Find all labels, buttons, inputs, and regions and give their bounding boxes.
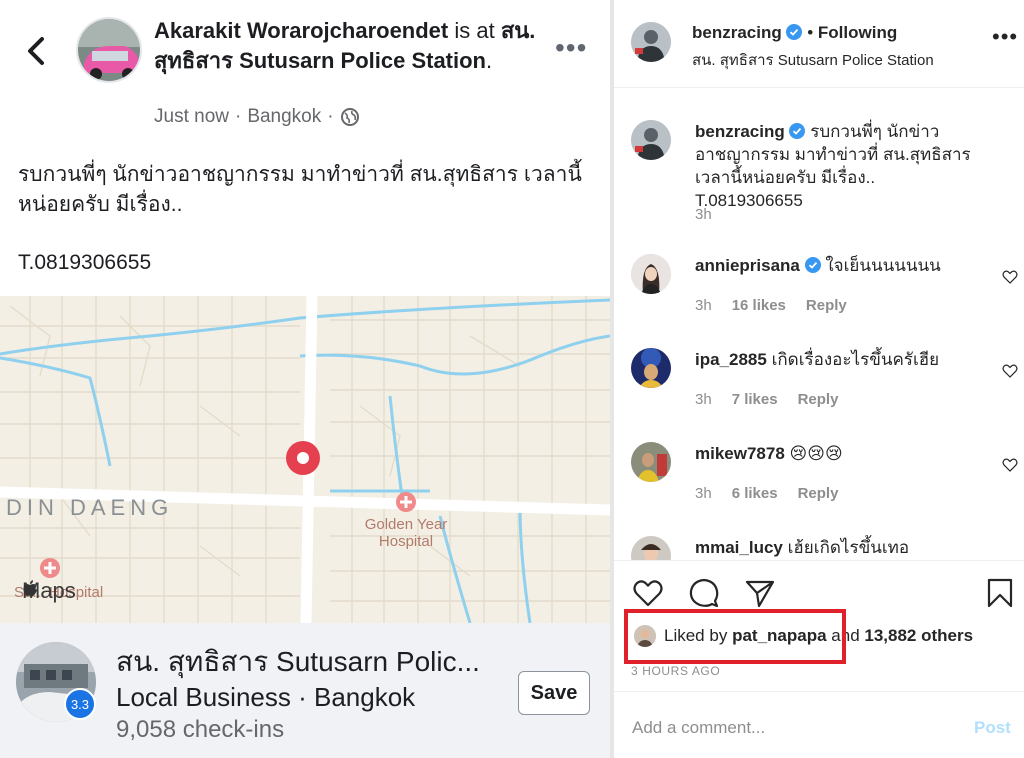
facebook-post-panel: Akarakit Worarojcharoendet is at สน. สุท… [0, 0, 610, 758]
globe-icon [340, 108, 359, 126]
comment-username[interactable]: ipa_2885 [695, 350, 767, 369]
reply-button[interactable]: Reply [798, 485, 839, 502]
ig-header-username[interactable]: benzracing [692, 23, 782, 42]
ig-header-line: benzracing • Following [692, 23, 897, 43]
caption-meta: 3h [695, 206, 712, 223]
comment-bubble-icon[interactable] [688, 577, 720, 609]
post-body: รบกวนพี่ๆ นักข่าวอาชญากรรม มาทำข่าวที่ ส… [18, 160, 593, 308]
place-category: Local Business · Bangkok [116, 682, 416, 712]
author-name[interactable]: Akarakit Worarojcharoendet [154, 18, 448, 43]
location-map[interactable]: DIN DAENG Golden Year Hospital Su... Hos… [0, 296, 610, 623]
place-suffix: . [486, 48, 493, 73]
ig-post-header: benzracing • Following สน. สุทธิสาร Sutu… [614, 0, 1024, 88]
caption-username[interactable]: benzracing [695, 122, 785, 141]
comment-input[interactable] [632, 714, 952, 742]
comment-text: annieprisana ใจเย็นนนนนนน [695, 254, 980, 277]
post-header: Akarakit Worarojcharoendet is at สน. สุท… [154, 16, 544, 76]
post-time-ago[interactable]: 3 HOURS AGO [631, 664, 720, 678]
comment-time[interactable]: 3h [695, 485, 712, 502]
add-comment-bar: Post [614, 691, 1024, 758]
comment-time[interactable]: 3h [695, 297, 712, 314]
post-time[interactable]: Just now [154, 106, 229, 128]
ig-header-avatar[interactable] [631, 22, 671, 62]
caption-time[interactable]: 3h [695, 206, 712, 223]
bookmark-icon[interactable] [984, 577, 1016, 609]
liker-username[interactable]: pat_napapa [732, 626, 826, 646]
maps-brand: Maps [22, 578, 76, 604]
comment-avatar[interactable] [631, 348, 671, 388]
comment-avatar[interactable] [631, 254, 671, 294]
comment-meta: 3h 16 likes Reply [695, 297, 847, 314]
place-name[interactable]: สน. สุทธิสาร Sutusarn Polic... [116, 645, 516, 679]
reply-button[interactable]: Reply [806, 297, 847, 314]
comment-username[interactable]: annieprisana [695, 256, 800, 275]
comment-meta: 3h 6 likes Reply [695, 485, 838, 502]
comment-body: เกิดเรื่องอะไรขึ้นครัเฮีย [771, 350, 940, 369]
header-dot: • [807, 23, 814, 42]
post-text: รบกวนพี่ๆ นักข่าวอาชญากรรม มาทำข่าวที่ ส… [18, 163, 582, 216]
ig-actions-section: Liked by pat_napapa and 13,882 others 3 … [614, 560, 1024, 758]
ig-more-options-icon[interactable]: ••• [992, 26, 1018, 48]
verified-badge-icon [789, 123, 806, 139]
liker-avatar[interactable] [634, 625, 656, 647]
place-card[interactable]: 3.3 สน. สุทธิสาร Sutusarn Polic... Local… [0, 623, 610, 758]
reply-button[interactable]: Reply [798, 391, 839, 408]
like-comment-heart-icon[interactable] [1002, 269, 1018, 285]
map-district-label: DIN DAENG [6, 495, 174, 520]
caption-text: benzracing รบกวนพี่ๆ นักข่าวอาชญากรรม มา… [695, 120, 980, 212]
comment-likes[interactable]: 16 likes [732, 297, 786, 314]
ig-location-link[interactable]: สน. สุทธิสาร Sutusarn Police Station [692, 48, 934, 72]
comment-likes[interactable]: 6 likes [732, 485, 778, 502]
map-hospital-label: Golden Year Hospital [364, 516, 448, 550]
author-avatar[interactable] [76, 17, 142, 83]
verified-badge-icon [786, 24, 803, 40]
comment-username[interactable]: mikew7878 [695, 444, 785, 463]
comment-text: mmai_lucy เฮ้ยเกิดไรขึ้นเทอ [695, 536, 980, 559]
back-arrow-icon[interactable] [22, 34, 50, 68]
like-heart-icon[interactable] [632, 577, 664, 609]
post-location[interactable]: Bangkok [247, 106, 321, 128]
comment-body: ใจเย็นนนนนนน [825, 256, 941, 275]
meta-separator: · [234, 106, 242, 127]
post-comment-button[interactable]: Post [974, 718, 1011, 738]
comment-text: mikew7878 😢😢😢 [695, 442, 980, 465]
like-comment-heart-icon[interactable] [1002, 457, 1018, 473]
rating-badge: 3.3 [64, 688, 96, 720]
comment-time[interactable]: 3h [695, 391, 712, 408]
likes-prefix: Liked by [664, 626, 728, 645]
likes-middle: and [831, 626, 860, 645]
comment-body: เฮ้ยเกิดไรขึ้นเทอ [787, 538, 910, 557]
following-button[interactable]: Following [818, 23, 897, 42]
comment-likes[interactable]: 7 likes [732, 391, 778, 408]
instagram-post-panel: benzracing • Following สน. สุทธิสาร Sutu… [614, 0, 1024, 758]
post-phone: T.0819306655 [18, 251, 152, 274]
caption-avatar[interactable] [631, 120, 671, 160]
likes-summary: Liked by pat_napapa and 13,882 others [634, 625, 973, 647]
comment-text: ipa_2885 เกิดเรื่องอะไรขึ้นครัเฮีย [695, 348, 980, 371]
place-checkins: 9,058 check-ins [116, 716, 285, 743]
like-comment-heart-icon[interactable] [1002, 363, 1018, 379]
verified-badge-icon [804, 257, 821, 273]
meta-separator: · [327, 106, 334, 127]
comment-avatar[interactable] [631, 442, 671, 482]
is-at-text: is at [448, 18, 495, 43]
comment-username[interactable]: mmai_lucy [695, 538, 783, 557]
likes-others-link[interactable]: 13,882 others [864, 626, 973, 646]
more-options-icon[interactable]: ••• [555, 34, 587, 62]
share-paper-plane-icon[interactable] [744, 577, 776, 609]
comment-meta: 3h 7 likes Reply [695, 391, 838, 408]
comment-body: 😢😢😢 [789, 444, 843, 463]
post-meta: Just now · Bangkok · [154, 106, 360, 128]
apple-logo-icon [23, 580, 37, 596]
map-graphic [0, 296, 610, 623]
save-button[interactable]: Save [518, 671, 590, 715]
